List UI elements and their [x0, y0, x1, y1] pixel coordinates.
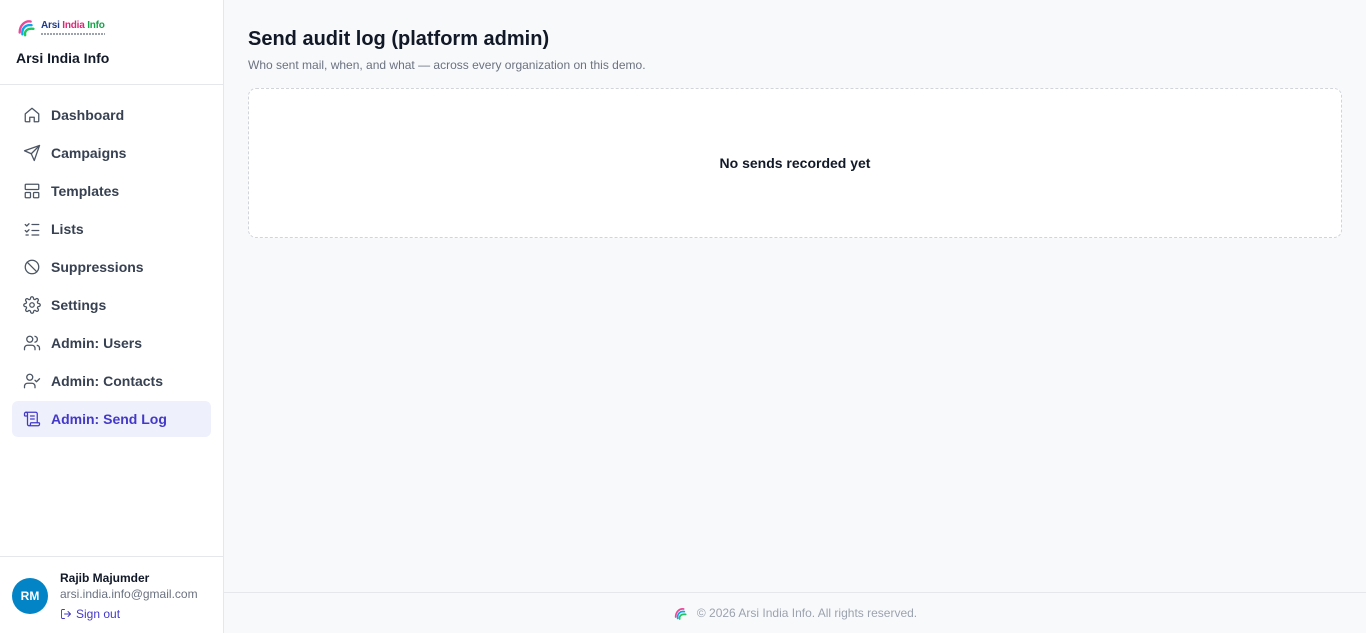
sidebar-item-label: Lists — [51, 221, 84, 237]
user-name: Rajib Majumder — [60, 571, 150, 585]
sidebar-item-label: Admin: Send Log — [51, 411, 167, 427]
sidebar-item-campaigns[interactable]: Campaigns — [12, 135, 211, 171]
sign-out-icon — [61, 609, 71, 619]
sidebar-item-label: Suppressions — [51, 259, 144, 275]
sidebar-item-label: Dashboard — [51, 107, 125, 123]
ban-icon — [23, 258, 41, 276]
sidebar-item-label: Admin: Users — [51, 335, 143, 351]
users-icon — [23, 334, 41, 352]
user-panel: RM Rajib Majumder arsi.india.info@gmail.… — [0, 556, 223, 633]
brand-logo[interactable]: Arsi India Info — [16, 14, 106, 40]
sidebar-item-admin-send-log[interactable]: Admin: Send Log — [12, 401, 211, 437]
sign-out-link[interactable]: Sign out — [60, 607, 120, 621]
sidebar-item-label: Admin: Contacts — [51, 373, 163, 389]
sidebar-item-label: Templates — [51, 183, 120, 199]
sidebar-item-suppressions[interactable]: Suppressions — [12, 249, 211, 285]
logo-word-info: Info — [87, 19, 105, 31]
user-email: arsi.india.info@gmail.com — [60, 587, 198, 601]
footer-logo-icon — [674, 608, 687, 620]
empty-state: No sends recorded yet — [248, 88, 1342, 238]
home-icon — [23, 106, 41, 124]
send-icon — [23, 144, 41, 162]
page-title: Send audit log (platform admin) — [248, 28, 550, 50]
brand-header: Arsi India Info Arsi India Info — [0, 0, 223, 85]
page-subtitle: Who sent mail, when, and what — across e… — [248, 58, 646, 72]
footer-text: © 2026 Arsi India Info. All rights reser… — [696, 606, 918, 620]
footer: © 2026 Arsi India Info. All rights reser… — [224, 592, 1366, 633]
logo-text: Arsi India Info — [41, 20, 105, 35]
user-check-icon — [23, 372, 41, 390]
sign-out-label: Sign out — [76, 607, 121, 621]
scroll-icon — [23, 410, 41, 428]
sidebar-item-templates[interactable]: Templates — [12, 173, 211, 209]
layout-icon — [23, 182, 41, 200]
sidebar-item-admin-contacts[interactable]: Admin: Contacts — [12, 363, 211, 399]
sidebar-item-settings[interactable]: Settings — [12, 287, 211, 323]
brand-name: Arsi India Info — [16, 50, 110, 66]
logo-tagline — [41, 32, 105, 35]
sidebar-nav: Dashboard Campaigns Templates Lists Supp… — [12, 97, 211, 439]
sidebar-item-label: Settings — [51, 297, 107, 313]
sidebar-item-dashboard[interactable]: Dashboard — [12, 97, 211, 133]
main-content: Send audit log (platform admin) Who sent… — [224, 0, 1366, 592]
sidebar-item-label: Campaigns — [51, 145, 127, 161]
gear-icon — [23, 296, 41, 314]
avatar[interactable]: RM — [12, 578, 48, 614]
sidebar-item-admin-users[interactable]: Admin: Users — [12, 325, 211, 361]
logo-word-arsi: Arsi — [41, 19, 60, 31]
sidebar: Arsi India Info Arsi India Info Dashboar… — [0, 0, 224, 633]
logo-swirl-icon — [18, 20, 35, 37]
list-checks-icon — [23, 220, 41, 238]
logo-word-india: India — [62, 19, 85, 31]
empty-state-text: No sends recorded yet — [719, 155, 871, 171]
sidebar-item-lists[interactable]: Lists — [12, 211, 211, 247]
